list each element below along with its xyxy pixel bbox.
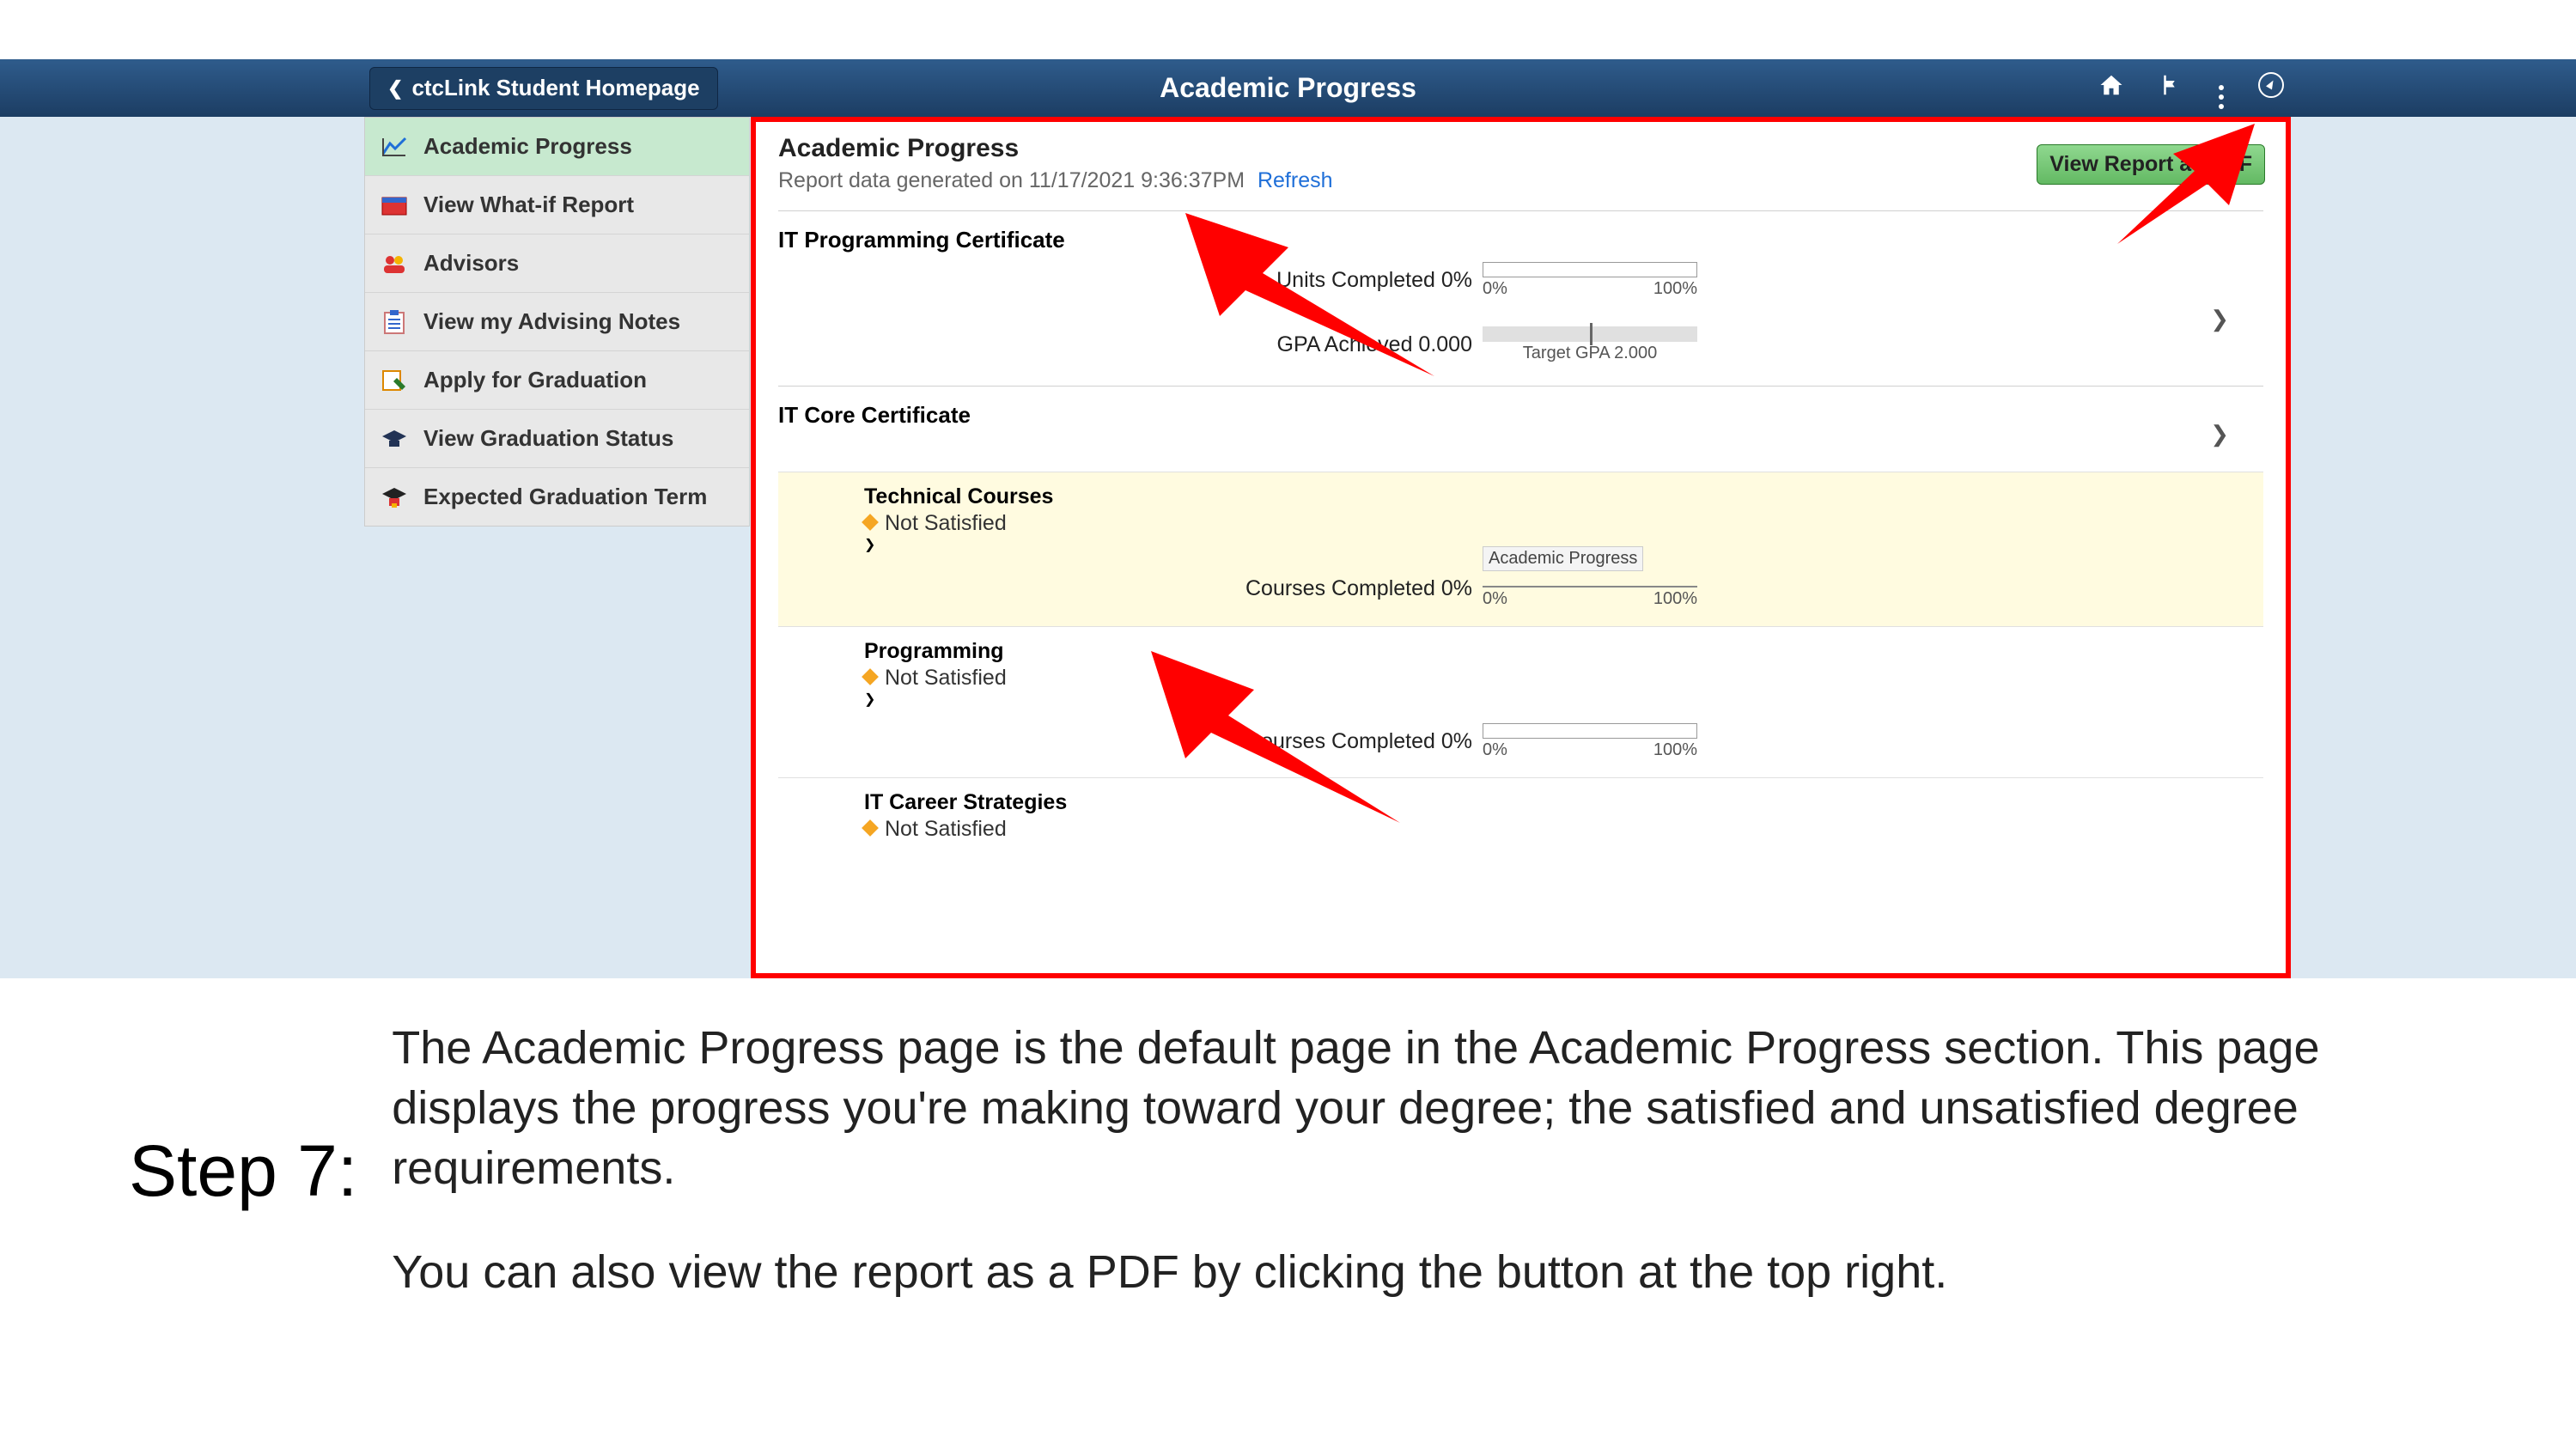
clipboard-icon (379, 310, 410, 334)
sidebar-item-label: View my Advising Notes (423, 308, 680, 335)
gpa-chart: Target GPA 2.000 (1483, 326, 2263, 363)
courses-completed-label: Courses Completed 0% (778, 729, 1483, 754)
courses-chart: 0%100% (1483, 723, 2263, 760)
courses-chart: 0%100% (1483, 569, 2263, 609)
sidebar-item-label: Advisors (423, 250, 519, 277)
chevron-right-icon: ❯ (2210, 306, 2229, 332)
top-actions (2098, 68, 2284, 109)
refresh-link[interactable]: Refresh (1258, 168, 1333, 192)
sub-title: Technical Courses (864, 484, 2263, 509)
sidebar-item-apply-graduation[interactable]: Apply for Graduation (365, 350, 749, 409)
sub-title: Programming (864, 639, 2263, 664)
section-title: IT Programming Certificate (778, 223, 2263, 257)
top-bar: ❮ ctcLink Student Homepage Academic Prog… (0, 59, 2576, 117)
sidebar-item-graduation-status[interactable]: View Graduation Status (365, 409, 749, 467)
compass-icon[interactable] (2258, 72, 2284, 105)
sub-status: Not Satisfied (864, 511, 2263, 536)
sub-it-career[interactable]: IT Career Strategies Not Satisfied (778, 777, 2263, 854)
sidebar-item-label: View Graduation Status (423, 425, 673, 452)
sub-status: Not Satisfied (864, 817, 2263, 842)
units-chart: 0%100% (1483, 262, 2263, 299)
back-button-label: ctcLink Student Homepage (411, 75, 699, 101)
content-frame: Academic Progress Report data generated … (751, 117, 2291, 978)
people-icon (379, 252, 410, 276)
apply-icon (379, 368, 410, 393)
page-title: Academic Progress (1160, 72, 1416, 104)
sidebar-item-expected-term[interactable]: Expected Graduation Term (365, 467, 749, 526)
chevron-left-icon: ❮ (387, 77, 403, 100)
chevron-right-icon: ❯ (864, 692, 875, 707)
sub-programming[interactable]: Programming Not Satisfied ❯ Courses Comp… (778, 626, 2263, 777)
sidebar-item-whatif[interactable]: View What-if Report (365, 175, 749, 234)
more-icon[interactable] (2219, 68, 2224, 109)
section-it-core[interactable]: IT Core Certificate ❯ (778, 386, 2263, 472)
step-text: The Academic Progress page is the defaul… (392, 1018, 2404, 1345)
sidebar-item-advisors[interactable]: Advisors (365, 234, 749, 292)
chevron-right-icon: ❯ (2210, 421, 2229, 447)
calendar-icon (379, 193, 410, 217)
gradcap-gold-icon (379, 485, 410, 509)
courses-completed-label: Courses Completed 0% (778, 576, 1483, 601)
flag-icon[interactable] (2159, 72, 2184, 105)
units-completed-label: Units Completed 0% (778, 268, 1483, 293)
section-it-programming[interactable]: IT Programming Certificate ❯ Units Compl… (778, 210, 2263, 368)
sidebar-item-label: Academic Progress (423, 133, 632, 160)
gpa-label: GPA Achieved 0.000 (778, 332, 1483, 357)
diamond-icon (862, 668, 879, 685)
back-button[interactable]: ❮ ctcLink Student Homepage (369, 67, 718, 110)
sidebar-item-label: Expected Graduation Term (423, 484, 707, 510)
sub-status: Not Satisfied (864, 666, 2263, 691)
sidebar-item-advising-notes[interactable]: View my Advising Notes (365, 292, 749, 350)
view-pdf-button[interactable]: View Report as PDF (2037, 144, 2265, 185)
diamond-icon (862, 514, 879, 531)
diamond-icon (862, 819, 879, 837)
sidebar-item-academic-progress[interactable]: Academic Progress (365, 118, 749, 175)
gradcap-icon (379, 427, 410, 451)
section-title: IT Core Certificate (778, 399, 2263, 432)
sidebar: Academic Progress View What-if Report Ad… (364, 117, 750, 527)
sub-technical-courses[interactable]: Technical Courses Not Satisfied ❯ Academ… (778, 472, 2263, 626)
tooltip-academic-progress: Academic Progress (1483, 546, 1643, 571)
sidebar-item-label: Apply for Graduation (423, 367, 647, 393)
chart-icon (379, 135, 410, 159)
step-instruction: Step 7: The Academic Progress page is th… (129, 1018, 2404, 1345)
sidebar-item-label: View What-if Report (423, 192, 634, 218)
chevron-right-icon: ❯ (864, 538, 875, 552)
home-icon[interactable] (2098, 72, 2124, 105)
sub-title: IT Career Strategies (864, 790, 2263, 815)
step-label: Step 7: (129, 1018, 357, 1345)
